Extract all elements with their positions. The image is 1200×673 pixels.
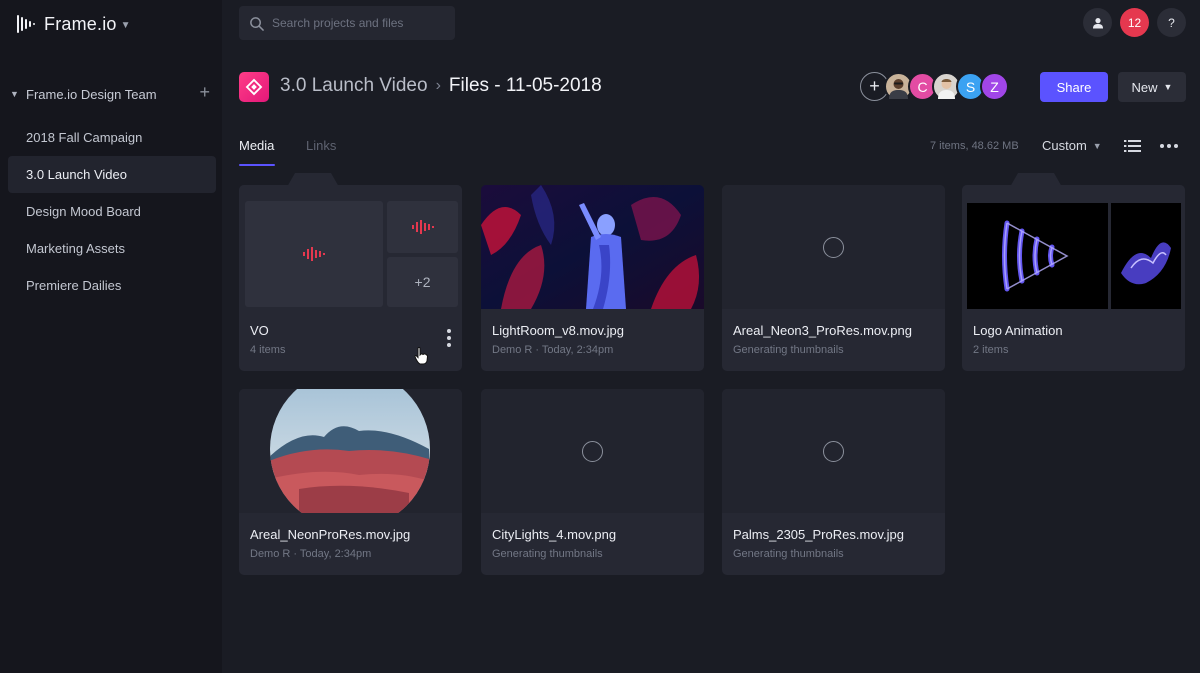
preview-tile xyxy=(245,201,383,307)
folder-card[interactable]: Logo Animation 2 items xyxy=(962,173,1185,371)
loading-spinner-icon xyxy=(823,441,844,462)
card-title: Logo Animation xyxy=(973,323,1063,338)
card-subtitle: Generating thumbnails xyxy=(733,548,844,560)
new-button-label: New xyxy=(1131,79,1158,95)
card-subtitle: Generating thumbnails xyxy=(492,548,603,560)
card-subtitle: Demo R · Today, 2:34pm xyxy=(492,344,614,356)
file-card[interactable]: LightRoom_v8.mov.jpg Demo R · Today, 2:3… xyxy=(481,185,704,371)
top-right-actions: 12 ? xyxy=(1083,8,1186,37)
sidebar: Frame.io ▼ ▼ Frame.io Design Team + 2018… xyxy=(0,0,222,673)
search-input[interactable] xyxy=(272,16,442,30)
project-icon xyxy=(239,72,269,102)
chevron-down-icon: ▼ xyxy=(1092,140,1102,151)
file-thumbnail xyxy=(239,389,462,513)
project-list: 2018 Fall Campaign 3.0 Launch Video Desi… xyxy=(8,119,216,304)
team-header[interactable]: ▼ Frame.io Design Team + xyxy=(10,82,210,104)
help-button[interactable]: ? xyxy=(1157,8,1186,37)
file-thumbnail xyxy=(722,185,945,309)
card-menu-icon[interactable] xyxy=(447,329,451,347)
folder-card[interactable]: +2 VO 4 items xyxy=(239,173,462,371)
diamond-icon xyxy=(245,78,263,96)
audio-waveform-icon xyxy=(411,220,434,234)
collaborators: + C S Z xyxy=(860,72,1009,101)
more-options-icon[interactable] xyxy=(1160,144,1178,148)
breadcrumb: 3.0 Launch Video › Files - 11-05-2018 xyxy=(280,75,602,97)
sidebar-item-marketing-assets[interactable]: Marketing Assets xyxy=(8,230,216,267)
file-card[interactable]: CityLights_4.mov.png Generating thumbnai… xyxy=(481,389,704,575)
file-card[interactable]: Areal_NeonProRes.mov.jpg Demo R · Today,… xyxy=(239,389,462,575)
add-project-icon[interactable]: + xyxy=(199,82,210,103)
tab-media[interactable]: Media xyxy=(239,138,276,166)
card-subtitle: Generating thumbnails xyxy=(733,344,844,356)
preview-tile xyxy=(387,201,458,253)
audio-waveform-icon xyxy=(303,247,325,261)
statue-thumbnail-image xyxy=(481,185,704,309)
card-subtitle: Demo R · Today, 2:34pm xyxy=(250,548,372,560)
sidebar-item-3-0-launch-video[interactable]: 3.0 Launch Video xyxy=(8,156,216,193)
folder-preview: +2 xyxy=(239,185,462,309)
folder-preview xyxy=(962,185,1185,309)
chevron-right-icon: › xyxy=(435,77,441,94)
chevron-down-icon[interactable]: ▼ xyxy=(10,89,26,99)
file-thumbnail xyxy=(481,185,704,309)
file-thumbnail xyxy=(722,389,945,513)
card-title: Areal_NeonProRes.mov.jpg xyxy=(250,527,411,542)
sidebar-item-2018-fall-campaign[interactable]: 2018 Fall Campaign xyxy=(8,119,216,156)
more-items-count: +2 xyxy=(387,257,458,307)
loading-spinner-icon xyxy=(823,237,844,258)
account-button[interactable] xyxy=(1083,8,1112,37)
list-view-icon[interactable] xyxy=(1124,138,1142,154)
card-title: LightRoom_v8.mov.jpg xyxy=(492,323,624,338)
file-card[interactable]: Palms_2305_ProRes.mov.jpg Generating thu… xyxy=(722,389,945,575)
card-title: CityLights_4.mov.png xyxy=(492,527,617,542)
user-icon xyxy=(1092,17,1103,28)
search-bar xyxy=(239,6,455,40)
items-summary: 7 items, 48.62 MB xyxy=(930,140,1019,152)
chevron-down-icon: ▼ xyxy=(1163,82,1173,92)
notifications-badge[interactable]: 12 xyxy=(1120,8,1149,37)
frameio-logo-icon xyxy=(17,15,35,33)
logo-preview-image xyxy=(1111,203,1181,309)
logo-preview-image xyxy=(967,203,1108,309)
card-subtitle: 4 items xyxy=(250,344,286,356)
brand-logo[interactable]: Frame.io ▼ xyxy=(16,13,131,35)
share-button[interactable]: Share xyxy=(1040,72,1108,102)
sidebar-item-design-mood-board[interactable]: Design Mood Board xyxy=(8,193,216,230)
card-title: VO xyxy=(250,323,269,338)
card-title: Palms_2305_ProRes.mov.jpg xyxy=(733,527,905,542)
hand-cursor-icon xyxy=(414,347,428,365)
card-title: Areal_Neon3_ProRes.mov.png xyxy=(733,323,912,338)
mountain-thumbnail-image xyxy=(239,389,462,513)
team-name: Frame.io Design Team xyxy=(26,86,157,102)
sort-label: Custom xyxy=(1042,138,1087,153)
avatar[interactable]: Z xyxy=(980,72,1009,101)
card-subtitle: 2 items xyxy=(973,344,1009,356)
file-card[interactable]: Areal_Neon3_ProRes.mov.png Generating th… xyxy=(722,185,945,371)
file-thumbnail xyxy=(481,389,704,513)
loading-spinner-icon xyxy=(582,441,603,462)
chevron-down-icon[interactable]: ▼ xyxy=(121,20,131,31)
sidebar-item-premiere-dailies[interactable]: Premiere Dailies xyxy=(8,267,216,304)
search-icon xyxy=(250,16,264,31)
tab-links[interactable]: Links xyxy=(306,138,336,153)
sort-dropdown[interactable]: Custom ▼ xyxy=(1042,138,1102,153)
new-button[interactable]: New ▼ xyxy=(1118,72,1186,102)
page-title: Files - 11-05-2018 xyxy=(448,75,602,96)
brand-name: Frame.io xyxy=(44,13,117,34)
breadcrumb-project[interactable]: 3.0 Launch Video xyxy=(280,75,428,97)
